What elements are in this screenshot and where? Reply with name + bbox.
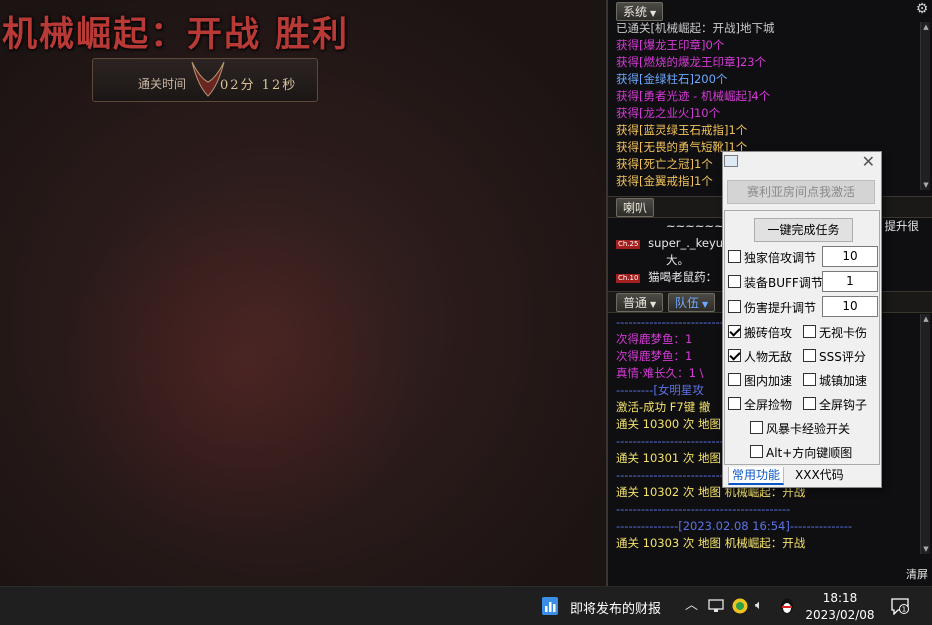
network-icon[interactable] [708, 599, 724, 613]
stock-chart-icon[interactable] [540, 596, 560, 616]
adjust-value-input[interactable]: 1 [822, 271, 878, 292]
channel-badge: Ch.10 [616, 274, 641, 283]
system-log-line: 获得[爆龙王印章]0个 [616, 38, 725, 52]
adjust-checkbox[interactable] [728, 300, 741, 313]
close-icon[interactable]: ✕ [862, 153, 875, 171]
tab-xxx-code[interactable]: XXX代码 [792, 467, 847, 485]
chat-log-scrollbar[interactable]: ▲ ▼ [920, 314, 930, 554]
complete-quests-button[interactable]: 一键完成任务 [754, 218, 853, 242]
clear-screen-button[interactable]: 清屏 [906, 566, 928, 582]
adjust-label: 独家倍攻调节 [744, 251, 817, 265]
window-app-icon [724, 155, 738, 167]
adjust-checkbox[interactable] [728, 275, 741, 288]
system-tab-button[interactable]: 系统 ▼ [616, 2, 664, 21]
system-log-line: 获得[燃烧的爆龙王印章]23个 [616, 55, 767, 69]
volume-icon[interactable]: 🔈︎ [755, 598, 763, 614]
feature-checkbox[interactable] [750, 421, 763, 434]
scroll-down-icon[interactable]: ▼ [921, 180, 931, 190]
common-functions-panel: 一键完成任务 独家倍攻调节 10 装备BUFF调节 1 伤害提升调节 10 搬砖倍攻 无视卡伤… [724, 210, 880, 465]
system-log-line: 获得[蓝灵绿玉石戒指]1个 [616, 123, 748, 137]
feature-label: 全屏捡物 [744, 398, 793, 412]
adjust-label: 装备BUFF调节 [744, 276, 823, 290]
dragon-emblem-background [60, 190, 420, 550]
dungeon-title: 机械崛起：开战 胜利 [2, 14, 350, 55]
team-chat-tab[interactable]: 队伍 ▼ [668, 293, 716, 312]
feature-label: 搬砖倍攻 [744, 326, 793, 340]
scroll-down-icon[interactable]: ▼ [921, 544, 931, 554]
system-clock[interactable]: 18:18 2023/02/08 [800, 590, 880, 624]
clear-time-value: 02分 12秒 [220, 78, 298, 93]
gear-icon[interactable]: ⚙ [914, 1, 930, 17]
feature-label: Alt+方向键顺图 [766, 446, 853, 460]
system-log-line: 已通关[机械崛起：开战]地下城 [616, 21, 775, 35]
activate-button[interactable]: 赛利亚房间点我激活 [727, 180, 875, 204]
feature-checkbox[interactable] [728, 397, 741, 410]
normal-chat-tab[interactable]: 普通 ▼ [616, 293, 664, 312]
feature-checkbox[interactable] [750, 445, 763, 458]
adjust-label: 伤害提升调节 [744, 301, 817, 315]
caret-down-icon: ▼ [702, 300, 709, 309]
horn-tab-button[interactable]: 喇叭 [616, 198, 655, 217]
chat-log-line: ---------------[2023.02.08 16:54]-------… [616, 519, 853, 533]
horn-message-text: super_._keyu [644, 236, 724, 250]
system-log-scrollbar[interactable]: ▲ ▼ [920, 22, 930, 190]
windows-taskbar: 即将发布的财报 ︿ 🔈︎ 18:18 2023/02/08 1 [0, 586, 932, 625]
feature-label: 风暴卡经验开关 [766, 422, 851, 436]
feature-checkbox[interactable] [728, 325, 741, 338]
notification-count: 1 [902, 606, 906, 614]
dialog-tab-strip: 常用功能 XXX代码 [724, 465, 880, 487]
feature-checkbox[interactable] [803, 349, 816, 362]
clear-time-label: 通关时间 [138, 77, 187, 91]
clock-date: 2023/02/08 [805, 608, 875, 622]
feature-checkbox[interactable] [803, 373, 816, 386]
horn-tab-label: 喇叭 [623, 201, 648, 215]
caret-down-icon: ▼ [650, 9, 657, 18]
chat-log-line: ----------------------------------------… [616, 502, 791, 516]
app-tray-icon[interactable] [732, 598, 748, 614]
feature-checkbox[interactable] [803, 397, 816, 410]
feature-label: SSS评分 [819, 350, 866, 364]
adjust-value-input[interactable]: 10 [822, 246, 878, 267]
notification-icon[interactable]: 1 [890, 597, 910, 615]
feature-label: 全屏钩子 [819, 398, 868, 412]
horn-message-text: 猫喝老鼠药： [644, 270, 718, 284]
system-log-line: 获得[勇者光迹 - 机械崛起]4个 [616, 89, 771, 103]
clock-time: 18:18 [822, 591, 858, 605]
qq-penguin-icon[interactable] [778, 597, 796, 615]
channel-badge: Ch.25 [616, 240, 641, 249]
normal-chat-tab-label: 普通 [623, 296, 648, 310]
feature-checkbox[interactable] [728, 349, 741, 362]
feature-label: 城镇加速 [819, 374, 868, 388]
team-chat-tab-label: 队伍 [675, 296, 700, 310]
adjust-value-input[interactable]: 10 [822, 296, 878, 317]
system-log-line: 获得[龙之业火]10个 [616, 106, 721, 120]
feature-checkbox[interactable] [728, 373, 741, 386]
horn-message-suffix: 提升很 [884, 219, 920, 233]
tab-common-functions[interactable]: 常用功能 [728, 467, 785, 485]
scroll-up-icon[interactable]: ▲ [921, 22, 931, 32]
scroll-up-icon[interactable]: ▲ [921, 314, 931, 324]
news-widget-label[interactable]: 即将发布的财报 [570, 598, 661, 617]
chevron-up-icon[interactable]: ︿ [685, 598, 698, 614]
feature-label: 人物无敌 [744, 350, 793, 364]
system-tab-label: 系统 [623, 5, 648, 19]
caret-down-icon: ▼ [650, 300, 657, 309]
chat-log-line: 通关 10303 次 地图 机械崛起：开战 [616, 536, 806, 550]
feature-label: 图内加速 [744, 374, 793, 388]
feature-checkbox[interactable] [803, 325, 816, 338]
horn-message-text: 大。 [666, 253, 689, 267]
adjust-checkbox[interactable] [728, 250, 741, 263]
feature-label: 无视卡伤 [819, 326, 868, 340]
system-log-line: 获得[金绿柱石]200个 [616, 72, 728, 86]
game-viewport[interactable]: 机械崛起：开战 胜利 通关时间 02分 12秒 [0, 0, 606, 586]
helper-dialog: ✕ 赛利亚房间点我激活 一键完成任务 独家倍攻调节 10 装备BUFF调节 1 伤害提升… [722, 151, 882, 488]
